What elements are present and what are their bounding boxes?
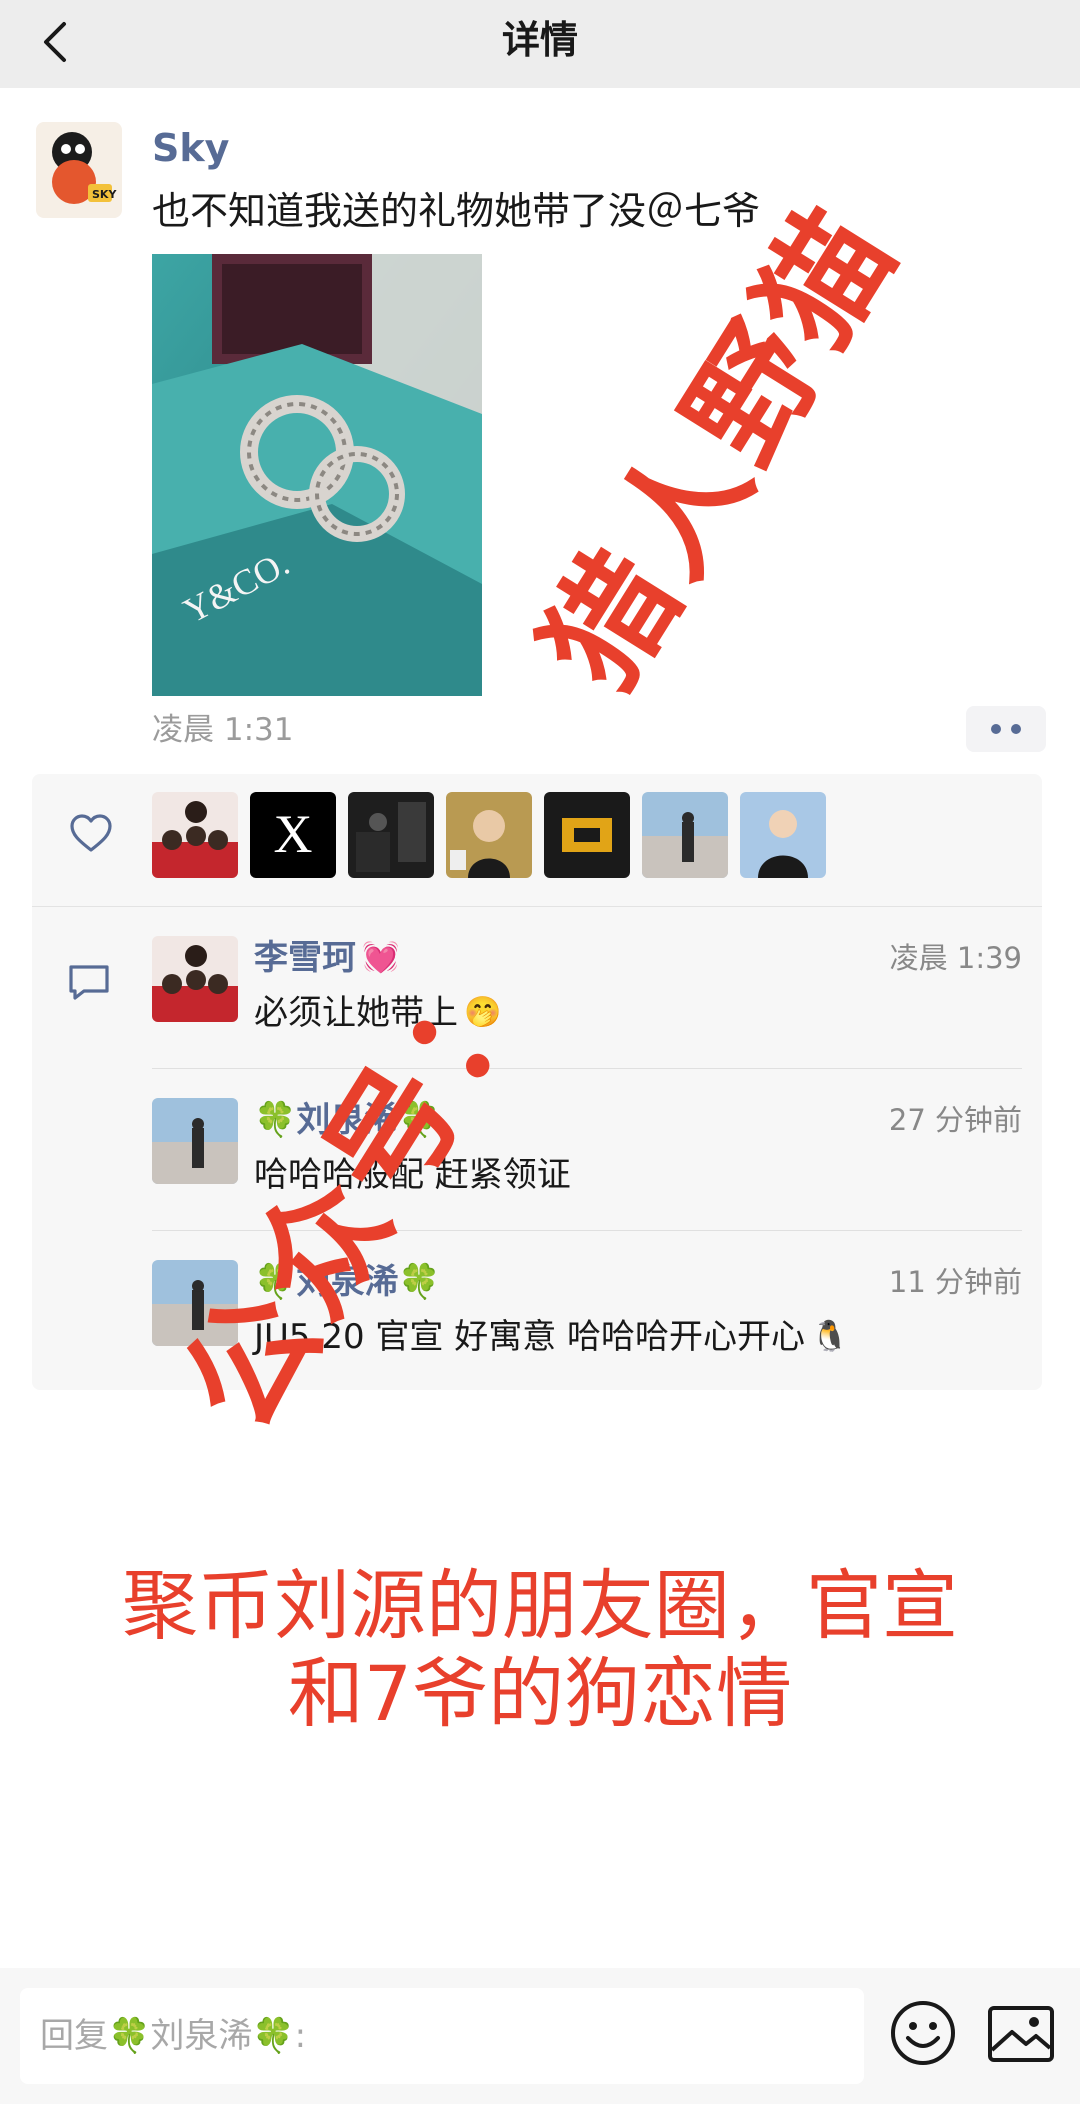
caption-line: 聚币刘源的朋友圈，官宣 [122, 1561, 958, 1650]
liker-avatar[interactable] [740, 792, 826, 878]
emoji-button[interactable] [888, 1998, 958, 2068]
post-text: 也不知道我送的礼物她带了没＠七爷 [152, 189, 761, 233]
reply-bar [0, 1968, 1080, 2104]
svg-text:X: X [274, 804, 313, 864]
commenter-avatar[interactable] [152, 1098, 238, 1184]
liker-avatar[interactable] [348, 792, 434, 878]
likers-list: X [152, 792, 826, 878]
comment-text: JU5.20 官宣 好寓意 哈哈哈开心开心 🐧 [254, 1314, 848, 1360]
page-title: 详情 [501, 18, 578, 62]
liker-avatar[interactable] [152, 792, 238, 878]
commenter-name[interactable]: 🍀刘泉浠🍀 [254, 1098, 441, 1142]
author-avatar[interactable]: SKY [36, 122, 122, 218]
commenter-name[interactable]: 李雪珂 💓 [254, 936, 399, 980]
comment-time: 凌晨 1:39 [889, 941, 1022, 975]
comment-text: 哈哈哈般配 赶紧领证 [254, 1155, 571, 1195]
svg-text:SKY: SKY [92, 188, 117, 201]
picture-icon [988, 2006, 1054, 2062]
comment-bubble-icon [69, 965, 109, 1000]
smiley-icon [891, 2001, 955, 2065]
commenter-name[interactable]: 🍀刘泉浠🍀 [254, 1260, 441, 1304]
overlay-caption: 聚币刘源的朋友圈，官宣 和7爷的狗恋情 [0, 1562, 1080, 1738]
comment-divider [152, 1230, 1022, 1231]
commenter-name-text: 李雪珂 [254, 938, 356, 978]
commenter-avatar[interactable] [152, 936, 238, 1022]
comment-divider [152, 1068, 1022, 1069]
liker-avatar[interactable] [446, 792, 532, 878]
comment-item[interactable]: 李雪珂 💓 凌晨 1:39 必须让她带上 🤭 [152, 936, 1022, 1086]
panel-divider [32, 906, 1042, 907]
liker-avatar[interactable]: X [250, 792, 336, 878]
interaction-panel: X 李雪珂 💓 凌晨 1:39 必须让她带上 🤭 🍀刘泉浠🍀 27 分钟前 哈哈… [32, 774, 1042, 1390]
nav-bar: 详情 [0, 0, 1080, 88]
post-image[interactable]: Y&CO. [152, 254, 482, 696]
comment-text-body: JU5.20 官宣 好寓意 哈哈哈开心开心 [254, 1317, 806, 1357]
name-emoji: 💓 [362, 940, 400, 975]
comment-emoji: 🤭 [464, 995, 502, 1030]
caption-line: 和7爷的狗恋情 [287, 1649, 793, 1738]
more-dot-icon [1011, 724, 1021, 734]
comment-item[interactable]: 🍀刘泉浠🍀 27 分钟前 哈哈哈般配 赶紧领证 [152, 1098, 1022, 1248]
watermark-text: 猎人野猫 [515, 181, 926, 715]
reply-input[interactable] [20, 1988, 864, 2084]
post-author-name[interactable]: Sky [152, 122, 229, 174]
comment-text: 必须让她带上 🤭 [254, 990, 501, 1036]
heart-outline-icon [70, 814, 112, 852]
comment-text-body: 必须让她带上 [254, 993, 458, 1033]
commenter-avatar[interactable] [152, 1260, 238, 1346]
comment-item[interactable]: 🍀刘泉浠🍀 11 分钟前 JU5.20 官宣 好寓意 哈哈哈开心开心 🐧 [152, 1260, 1022, 1410]
penguin-emoji: 🐧 [811, 1319, 849, 1354]
comment-time: 11 分钟前 [888, 1265, 1022, 1299]
liker-avatar[interactable] [642, 792, 728, 878]
post-timestamp: 凌晨 1:31 [152, 712, 294, 748]
more-dot-icon [991, 724, 1001, 734]
comment-time: 27 分钟前 [888, 1103, 1022, 1137]
more-actions-button[interactable] [966, 706, 1046, 752]
image-button[interactable] [986, 2004, 1056, 2064]
liker-avatar[interactable] [544, 792, 630, 878]
